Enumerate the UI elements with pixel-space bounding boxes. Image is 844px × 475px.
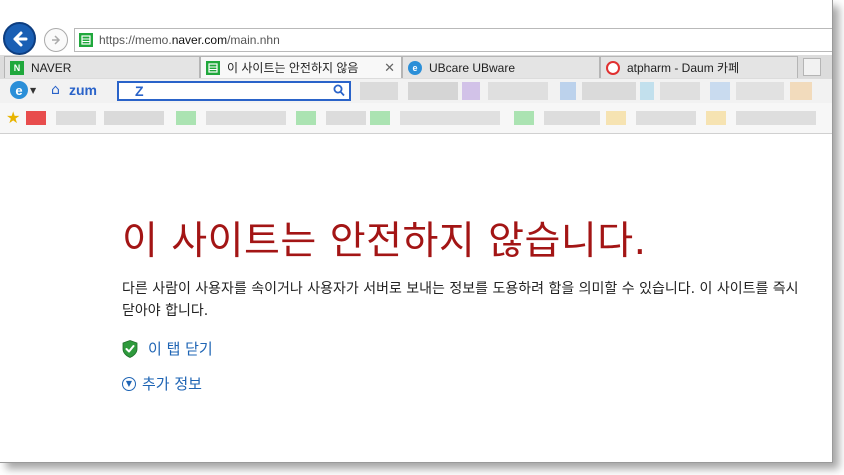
browser-window: https://memo.naver.com/main.nhn N NAVER … (0, 0, 833, 463)
ie-logo-icon[interactable]: e (10, 81, 28, 99)
tab-unsafe-site[interactable]: 이 사이트는 안전하지 않음 ✕ (200, 56, 402, 78)
favorite-item[interactable] (514, 111, 534, 125)
new-tab-button[interactable] (803, 58, 821, 76)
home-icon[interactable]: ⌂ (51, 82, 60, 98)
favorite-item[interactable] (370, 111, 390, 125)
favorite-item[interactable] (296, 111, 316, 125)
favorite-item[interactable] (400, 111, 500, 125)
url-text: https://memo.naver.com/main.nhn (99, 33, 280, 47)
address-bar-row: https://memo.naver.com/main.nhn (0, 20, 832, 56)
zum-logo[interactable]: zum (69, 82, 97, 98)
favorite-item[interactable] (206, 111, 286, 125)
chevron-down-icon: ▼ (122, 376, 136, 391)
tab-atpharm[interactable]: atpharm - Daum 카페 (600, 56, 798, 78)
favorite-item[interactable] (736, 111, 816, 125)
close-tab-link[interactable]: 이 탭 닫기 (122, 338, 213, 359)
blurred-toolbar-items (360, 82, 832, 100)
search-icon[interactable] (333, 83, 345, 97)
favorites-star-icon[interactable]: ★ (6, 108, 20, 127)
tab-strip: N NAVER 이 사이트는 안전하지 않음 ✕ e UBcare UBware… (0, 55, 832, 80)
forward-arrow-icon (52, 35, 61, 45)
favorites-bar: ★ (0, 103, 832, 134)
tab-label: NAVER (31, 60, 72, 75)
back-arrow-icon (13, 31, 27, 46)
favorite-item[interactable] (636, 111, 696, 125)
favorite-item[interactable] (56, 111, 96, 125)
error-description: 다른 사람이 사용자를 속이거나 사용자가 서버로 보내는 정보를 도용하려 함… (122, 281, 799, 319)
favorite-item[interactable] (176, 111, 196, 125)
forward-button[interactable] (44, 28, 68, 52)
daum-icon (606, 60, 620, 75)
favorite-item[interactable] (26, 111, 46, 125)
tab-ubcare[interactable]: e UBcare UBware (402, 56, 600, 78)
shield-check-icon (122, 339, 138, 358)
tab-label: UBcare UBware (429, 60, 516, 75)
naver-icon: N (10, 60, 24, 75)
chevron-down-icon[interactable]: ▼ (30, 86, 36, 95)
address-input[interactable]: https://memo.naver.com/main.nhn (74, 28, 832, 52)
more-info-label: 추가 정보 (142, 375, 202, 393)
ie-page-icon: e (408, 60, 422, 75)
close-tab-label: 이 탭 닫기 (148, 340, 213, 358)
favorite-item[interactable] (544, 111, 600, 125)
tab-naver[interactable]: N NAVER (4, 56, 200, 78)
favorite-item[interactable] (326, 111, 366, 125)
tab-label: atpharm - Daum 카페 (627, 61, 740, 75)
toolbar: e ▼ ⌂ zum Z (0, 79, 832, 104)
page-title: 이 사이트는 안전하지 않습니다. (122, 219, 647, 264)
favorite-item[interactable] (606, 111, 626, 125)
error-page: 이 사이트는 안전하지 않습니다. 다른 사람이 사용자를 속이거나 사용자가 … (0, 134, 832, 462)
naver-memo-icon (206, 60, 220, 75)
favorite-item[interactable] (706, 111, 726, 125)
tab-label: 이 사이트는 안전하지 않음 (227, 61, 359, 75)
close-tab-icon[interactable]: ✕ (384, 60, 395, 76)
favorite-item[interactable] (104, 111, 164, 125)
zum-search-input[interactable]: Z (117, 81, 351, 101)
back-button[interactable] (3, 22, 36, 55)
more-info-link[interactable]: ▼ 추가 정보 (122, 373, 202, 394)
site-favicon (79, 33, 93, 47)
zum-search-logo: Z (135, 83, 144, 99)
